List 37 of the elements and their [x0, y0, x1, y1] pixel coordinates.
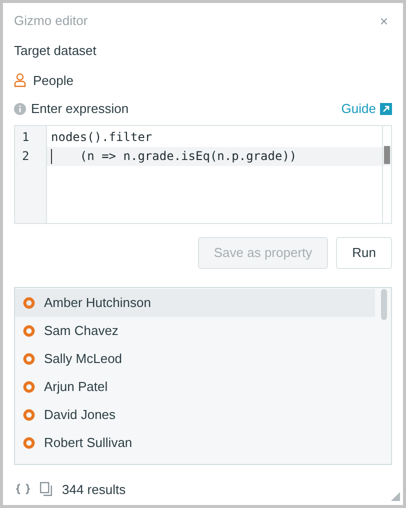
- info-icon: [14, 102, 26, 115]
- node-icon: [23, 324, 35, 336]
- result-name: David Jones: [44, 406, 116, 424]
- node-icon: [23, 436, 35, 448]
- result-name: Sam Chavez: [44, 322, 118, 340]
- line-number: 2: [22, 148, 30, 165]
- text-cursor: [51, 148, 52, 164]
- result-item[interactable]: Arjun Patel: [15, 372, 375, 400]
- result-name: Amber Hutchinson: [44, 294, 151, 312]
- result-name: Robert Sullivan: [44, 434, 132, 452]
- external-link-icon: [380, 102, 392, 115]
- node-icon: [23, 352, 35, 364]
- window-title: Gizmo editor: [14, 12, 88, 30]
- result-name: Sally McLeod: [44, 350, 122, 368]
- result-item[interactable]: Amber Hutchinson: [15, 288, 375, 316]
- run-button[interactable]: Run: [336, 236, 392, 268]
- results-count: 344 results: [62, 480, 126, 498]
- scrollbar-thumb[interactable]: [381, 288, 387, 320]
- dataset-name: People: [33, 72, 74, 90]
- code-line: nodes().filter: [50, 129, 154, 146]
- result-item[interactable]: Sally McLeod: [15, 344, 375, 372]
- code-editor[interactable]: 1 2 nodes().filter (n => n.grade.isEq(n.p.grade)): [14, 124, 392, 224]
- braces-icon[interactable]: [16, 483, 30, 496]
- person-icon: [14, 73, 26, 88]
- scrollbar[interactable]: [382, 126, 391, 222]
- node-icon: [23, 408, 35, 420]
- result-item[interactable]: Sam Chavez: [15, 316, 375, 344]
- section-label: Target dataset: [14, 42, 98, 60]
- result-item[interactable]: Robert Sullivan: [15, 428, 375, 456]
- result-item[interactable]: David Jones: [15, 400, 375, 428]
- resize-handle-icon[interactable]: [391, 492, 400, 501]
- node-icon: [23, 296, 35, 308]
- expression-label: Enter expression: [31, 100, 129, 118]
- node-icon: [23, 380, 35, 392]
- result-name: Arjun Patel: [44, 378, 108, 396]
- copy-icon[interactable]: [40, 482, 52, 496]
- line-number: 1: [22, 129, 30, 146]
